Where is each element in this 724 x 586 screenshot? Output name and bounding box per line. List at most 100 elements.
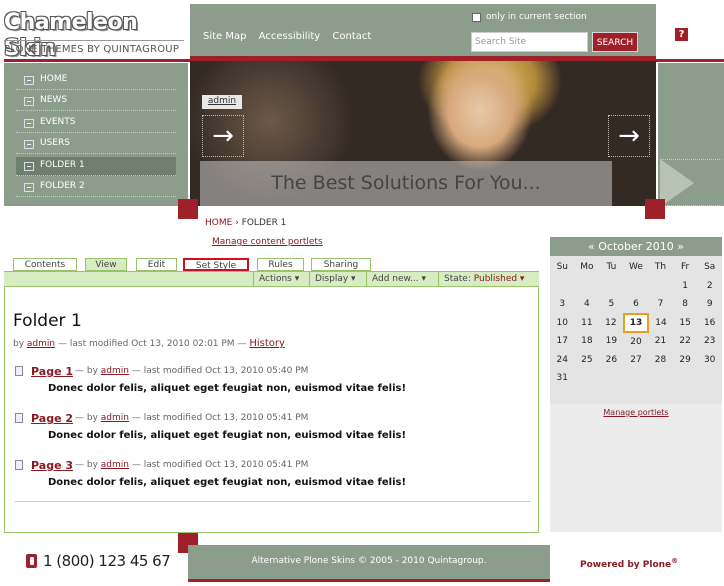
accessibility-link[interactable]: Accessibility — [259, 31, 321, 42]
chevron-right-icon — [660, 159, 694, 207]
calendar-day[interactable]: 2 — [697, 277, 722, 296]
search-input[interactable]: Search Site — [471, 32, 588, 52]
calendar-day[interactable]: 5 — [599, 295, 624, 314]
display-menu[interactable]: Display ▾ — [309, 272, 361, 287]
manage-portlets-link[interactable]: Manage portlets — [550, 408, 722, 417]
calendar-day[interactable]: 22 — [673, 332, 698, 351]
author-link[interactable]: admin — [27, 339, 55, 349]
nav-item-news[interactable]: NEWS — [16, 92, 176, 111]
tab-rules[interactable]: Rules — [257, 258, 304, 271]
calendar-day[interactable]: 18 — [575, 332, 600, 351]
banner-user-label[interactable]: admin — [202, 95, 242, 109]
item-author-link[interactable]: admin — [101, 460, 129, 470]
site-map-link[interactable]: Site Map — [203, 31, 246, 42]
next-arrow-icon[interactable]: → — [608, 115, 650, 157]
tab-contents[interactable]: Contents — [13, 258, 77, 271]
calendar-day[interactable]: 20 — [624, 332, 649, 351]
calendar-day[interactable]: 29 — [673, 351, 698, 370]
calendar-header[interactable]: « October 2010 » — [550, 237, 722, 256]
calendar-day-name: Tu — [606, 262, 617, 273]
item-description: Donec dolor felis, aliquet eget feugiat … — [48, 477, 407, 488]
nav-item-folder-1[interactable]: FOLDER 1 — [16, 157, 176, 176]
calendar-day[interactable]: 11 — [575, 314, 600, 333]
tab-sharing[interactable]: Sharing — [311, 258, 371, 271]
calendar-empty-cell — [550, 277, 575, 296]
calendar-day[interactable]: 23 — [697, 332, 722, 351]
tab-set-style[interactable]: Set Style — [183, 258, 249, 271]
nav-item-events[interactable]: EVENTS — [16, 114, 176, 133]
nav-item-label: USERS — [40, 138, 70, 148]
item-title-link[interactable]: Page 1 — [31, 365, 73, 378]
calendar-portlet: « October 2010 » Su Mo Tu We Th Fr Sa 12345678… — [550, 237, 722, 404]
nav-item-home[interactable]: HOME — [16, 71, 176, 90]
calendar-day[interactable]: 25 — [575, 351, 600, 370]
site-logo[interactable]: Chameleon Skin PLONE THEMES BY QUINTAGRO… — [4, 10, 184, 61]
banner-image: admin → → The Best Solutions For You... — [190, 61, 656, 206]
calendar-day[interactable]: 31 — [550, 369, 575, 388]
tab-edit[interactable]: Edit — [136, 258, 177, 271]
calendar-day[interactable]: 16 — [697, 314, 722, 333]
state-menu[interactable]: State: Published ▾ — [438, 272, 539, 287]
sidebar-nav: HOME NEWS EVENTS USERS FOLDER 1 FOLDER 2 — [4, 63, 188, 206]
calendar-day[interactable]: 26 — [599, 351, 624, 370]
nav-item-users[interactable]: USERS — [16, 135, 176, 154]
calendar-week: 24 25 26 27 28 29 30 — [550, 351, 722, 370]
calendar-day[interactable]: 14 — [648, 314, 673, 333]
tab-view[interactable]: View — [85, 258, 127, 271]
history-link[interactable]: History — [249, 338, 285, 349]
document-icon — [15, 366, 23, 376]
calendar-day[interactable]: 10 — [550, 314, 575, 333]
actions-menu[interactable]: Actions ▾ — [253, 272, 304, 287]
item-author-link[interactable]: admin — [101, 366, 129, 376]
calendar-empty-cell — [648, 277, 673, 296]
calendar-day[interactable]: 30 — [697, 351, 722, 370]
calendar-day[interactable]: 9 — [697, 295, 722, 314]
add-new-menu[interactable]: Add new... ▾ — [366, 272, 431, 287]
calendar-day[interactable]: 3 — [550, 295, 575, 314]
arrow-icon — [24, 162, 34, 171]
manage-content-portlets-link[interactable]: Manage content portlets — [212, 237, 323, 247]
top-bar: Site Map Accessibility Contact only in c… — [190, 4, 656, 59]
powered-by-plone[interactable]: Powered by Plone® — [580, 557, 678, 570]
contact-link[interactable]: Contact — [332, 31, 371, 42]
prev-arrow-icon[interactable]: → — [202, 115, 244, 157]
item-title-link[interactable]: Page 2 — [31, 412, 73, 425]
arrow-icon — [24, 183, 34, 192]
calendar-day[interactable]: 1 — [673, 277, 698, 296]
breadcrumb-home[interactable]: HOME — [205, 218, 232, 228]
search-button[interactable]: SEARCH — [592, 32, 638, 52]
item-meta: — by admin — last modified Oct 13, 2010 … — [75, 413, 309, 423]
calendar-day[interactable]: 24 — [550, 351, 575, 370]
calendar-day[interactable]: 21 — [648, 332, 673, 351]
help-icon[interactable]: ? — [675, 28, 688, 41]
item-author-link[interactable]: admin — [101, 413, 129, 423]
phone-number: 1 (800) 123 45 67 — [43, 552, 171, 570]
calendar-empty-cell — [599, 277, 624, 296]
search-section-option[interactable]: only in current section — [472, 12, 587, 22]
calendar-day-name: Th — [654, 262, 667, 273]
calendar-empty-cell — [648, 369, 673, 388]
calendar-day[interactable]: 4 — [575, 295, 600, 314]
item-title-link[interactable]: Page 3 — [31, 459, 73, 472]
state-label: State: — [444, 274, 471, 284]
calendar-day-today[interactable]: 13 — [622, 312, 650, 333]
calendar-day[interactable]: 12 — [599, 314, 624, 333]
calendar-day[interactable]: 19 — [599, 332, 624, 351]
calendar-day[interactable]: 7 — [648, 295, 673, 314]
calendar-day[interactable]: 27 — [624, 351, 649, 370]
calendar-week: 17 18 19 20 21 22 23 — [550, 332, 722, 351]
calendar-day[interactable]: 28 — [648, 351, 673, 370]
calendar-week: 12 — [550, 277, 722, 296]
calendar-empty-cell — [673, 369, 698, 388]
calendar-day[interactable]: 17 — [550, 332, 575, 351]
breadcrumb-separator: › — [235, 218, 239, 228]
calendar-day[interactable]: 8 — [673, 295, 698, 314]
nav-item-label: EVENTS — [40, 117, 76, 127]
calendar-day[interactable]: 15 — [673, 314, 698, 333]
item-description: Donec dolor felis, aliquet eget feugiat … — [48, 383, 407, 394]
item-meta: — by admin — last modified Oct 13, 2010 … — [75, 366, 309, 376]
calendar-day[interactable]: 6 — [624, 295, 649, 314]
breadcrumb: HOME › FOLDER 1 — [205, 218, 286, 228]
current-section-checkbox[interactable] — [472, 12, 481, 22]
nav-item-folder-2[interactable]: FOLDER 2 — [16, 178, 176, 197]
